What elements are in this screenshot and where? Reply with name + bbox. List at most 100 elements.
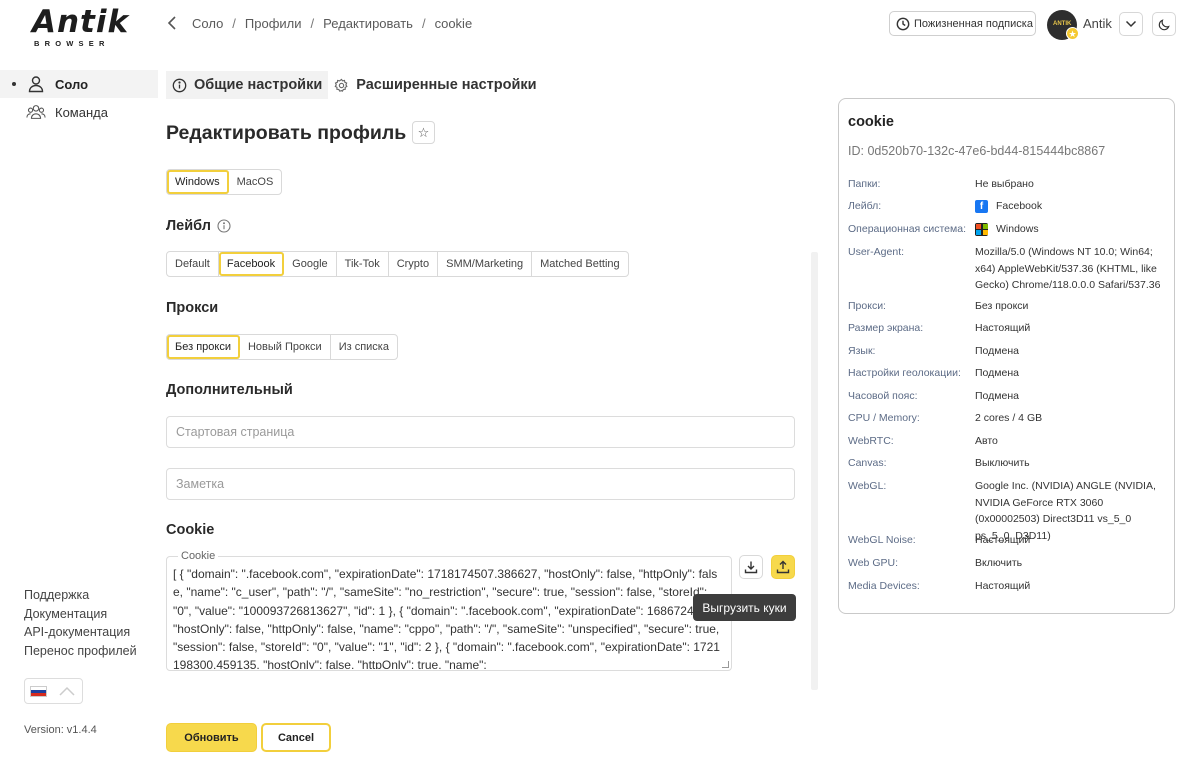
info-value: Без прокси [975,300,1029,312]
info-icon[interactable] [217,219,231,233]
info-key: User-Agent: [848,246,905,258]
export-cookies-button[interactable] [771,555,795,579]
transfer-profiles-link[interactable]: Перенос профилей [24,642,137,661]
label-section-heading: Лейбл [166,218,231,234]
breadcrumb-edit[interactable]: Редактировать [323,16,413,31]
info-row-webgl-noise: WebGL Noise: Настоящий [848,532,1168,549]
back-chevron-icon[interactable] [166,15,178,31]
info-value: Mozilla/5.0 (Windows NT 10.0; Win64; x64… [975,246,1161,291]
tab-advanced-settings[interactable]: Расширенные настройки [328,71,542,99]
info-key: Операционная система: [848,223,967,235]
documentation-link[interactable]: Документация [24,605,137,624]
info-row-geolocation: Настройки геолокации: Подмена [848,365,1168,382]
info-row-os: Операционная система: Windows [848,221,1168,238]
info-value: Включить [975,557,1023,569]
proxy-option-new[interactable]: Новый Прокси [240,335,331,359]
label-heading-text: Лейбл [166,218,211,234]
gear-icon [334,78,348,92]
info-key: Web GPU: [848,557,898,569]
breadcrumb: Соло / Профили / Редактировать / cookie [166,15,472,31]
update-button[interactable]: Обновить [166,723,257,752]
start-page-input[interactable]: Стартовая страница [166,416,795,448]
info-row-label: Лейбл: f Facebook [848,198,1168,215]
breadcrumb-separator: / [232,15,236,31]
breadcrumb-separator: / [421,15,426,31]
info-value: Не выбрано [975,178,1034,190]
tab-label: Расширенные настройки [356,77,537,93]
user-menu-button[interactable] [1119,12,1143,36]
theme-toggle-button[interactable] [1152,12,1176,36]
tab-general-settings[interactable]: Общие настройки [166,71,329,99]
proxy-option-from-list[interactable]: Из списка [331,335,397,359]
label-option-facebook[interactable]: Facebook [218,252,285,276]
language-selector[interactable] [24,678,83,704]
chevron-up-icon [59,686,75,696]
proxy-option-none[interactable]: Без прокси [167,335,240,359]
cookie-value[interactable]: [ { "domain": ".facebook.com", "expirati… [173,565,723,669]
info-value: Настоящий [975,580,1031,592]
cookie-textarea[interactable]: Cookie [ { "domain": ".facebook.com", "e… [166,550,732,671]
upload-icon [776,560,790,574]
sidebar-item-solo[interactable]: Соло [0,70,158,98]
note-input[interactable]: Заметка [166,468,795,500]
facebook-icon: f [975,200,988,213]
breadcrumb-profiles[interactable]: Профили [245,16,302,31]
label-option-google[interactable]: Google [284,252,337,276]
favorite-star-button[interactable]: ☆ [412,121,435,144]
proxy-section-heading: Прокси [166,300,219,316]
info-row-media-devices: Media Devices: Настоящий [848,578,1168,595]
breadcrumb-solo[interactable]: Соло [192,16,223,31]
label-option-smm-marketing[interactable]: SMM/Marketing [438,252,533,276]
russian-flag-icon [30,685,47,697]
profile-summary-card: cookie ID: 0d520b70-132c-47e6-bd44-81544… [838,98,1175,614]
info-row-screen-size: Размер экрана: Настоящий [848,320,1168,337]
resize-handle[interactable] [722,661,729,668]
label-option-crypto[interactable]: Crypto [389,252,439,276]
export-cookies-tooltip: Выгрузить куки [693,594,796,621]
sidebar-item-team[interactable]: Команда [0,98,158,126]
cancel-button[interactable]: Cancel [261,723,331,752]
antik-logo[interactable]: Antik BROWSER [32,6,128,48]
avatar-text: ANTIK [1053,21,1072,27]
info-key: WebGL Noise: [848,534,916,546]
api-docs-link[interactable]: API-документация [24,623,137,642]
windows-icon [975,223,988,236]
os-option-windows[interactable]: Windows [167,170,229,194]
breadcrumb-current: cookie [434,15,473,31]
info-key: Папки: [848,178,881,190]
info-value: Настоящий [975,534,1031,546]
avatar[interactable]: ANTIK ★ [1047,10,1079,40]
premium-star-icon: ★ [1066,27,1079,40]
cookie-field-label: Cookie [178,550,219,562]
label-option-tiktok[interactable]: Tik-Tok [337,252,389,276]
tab-label: Общие настройки [194,77,323,93]
sidebar-nav: Соло Команда [0,70,158,126]
subscription-label: Пожизненная подписка [914,17,1033,30]
support-link[interactable]: Поддержка [24,586,137,605]
info-value: Выключить [975,457,1030,469]
info-key: Media Devices: [848,580,920,592]
info-row-cpu-memory: CPU / Memory: 2 cores / 4 GB [848,410,1168,427]
label-option-matched-betting[interactable]: Matched Betting [532,252,628,276]
scrollbar[interactable] [811,252,818,690]
label-selector: Default Facebook Google Tik-Tok Crypto S… [166,251,629,277]
info-key: Прокси: [848,300,886,312]
info-row-folders: Папки: Не выбрано [848,176,1168,193]
info-key: Размер экрана: [848,322,924,334]
team-icon [26,105,46,119]
info-value: Авто [975,435,998,447]
info-value: Подмена [975,345,1019,357]
info-row-web-gpu: Web GPU: Включить [848,555,1168,572]
subscription-button[interactable]: Пожизненная подписка [889,11,1036,36]
logo-wordmark: Antik [32,4,130,40]
username[interactable]: Antik [1083,16,1112,31]
sidebar-links: Поддержка Документация API-документация … [24,586,137,660]
info-value: 2 cores / 4 GB [975,412,1043,424]
os-option-macos[interactable]: MacOS [229,170,282,194]
moon-icon [1158,18,1170,30]
label-option-default[interactable]: Default [167,252,219,276]
info-key: Canvas: [848,457,887,469]
import-cookies-button[interactable] [739,555,763,579]
os-selector: Windows MacOS [166,169,283,195]
info-value: Windows [975,221,1165,238]
